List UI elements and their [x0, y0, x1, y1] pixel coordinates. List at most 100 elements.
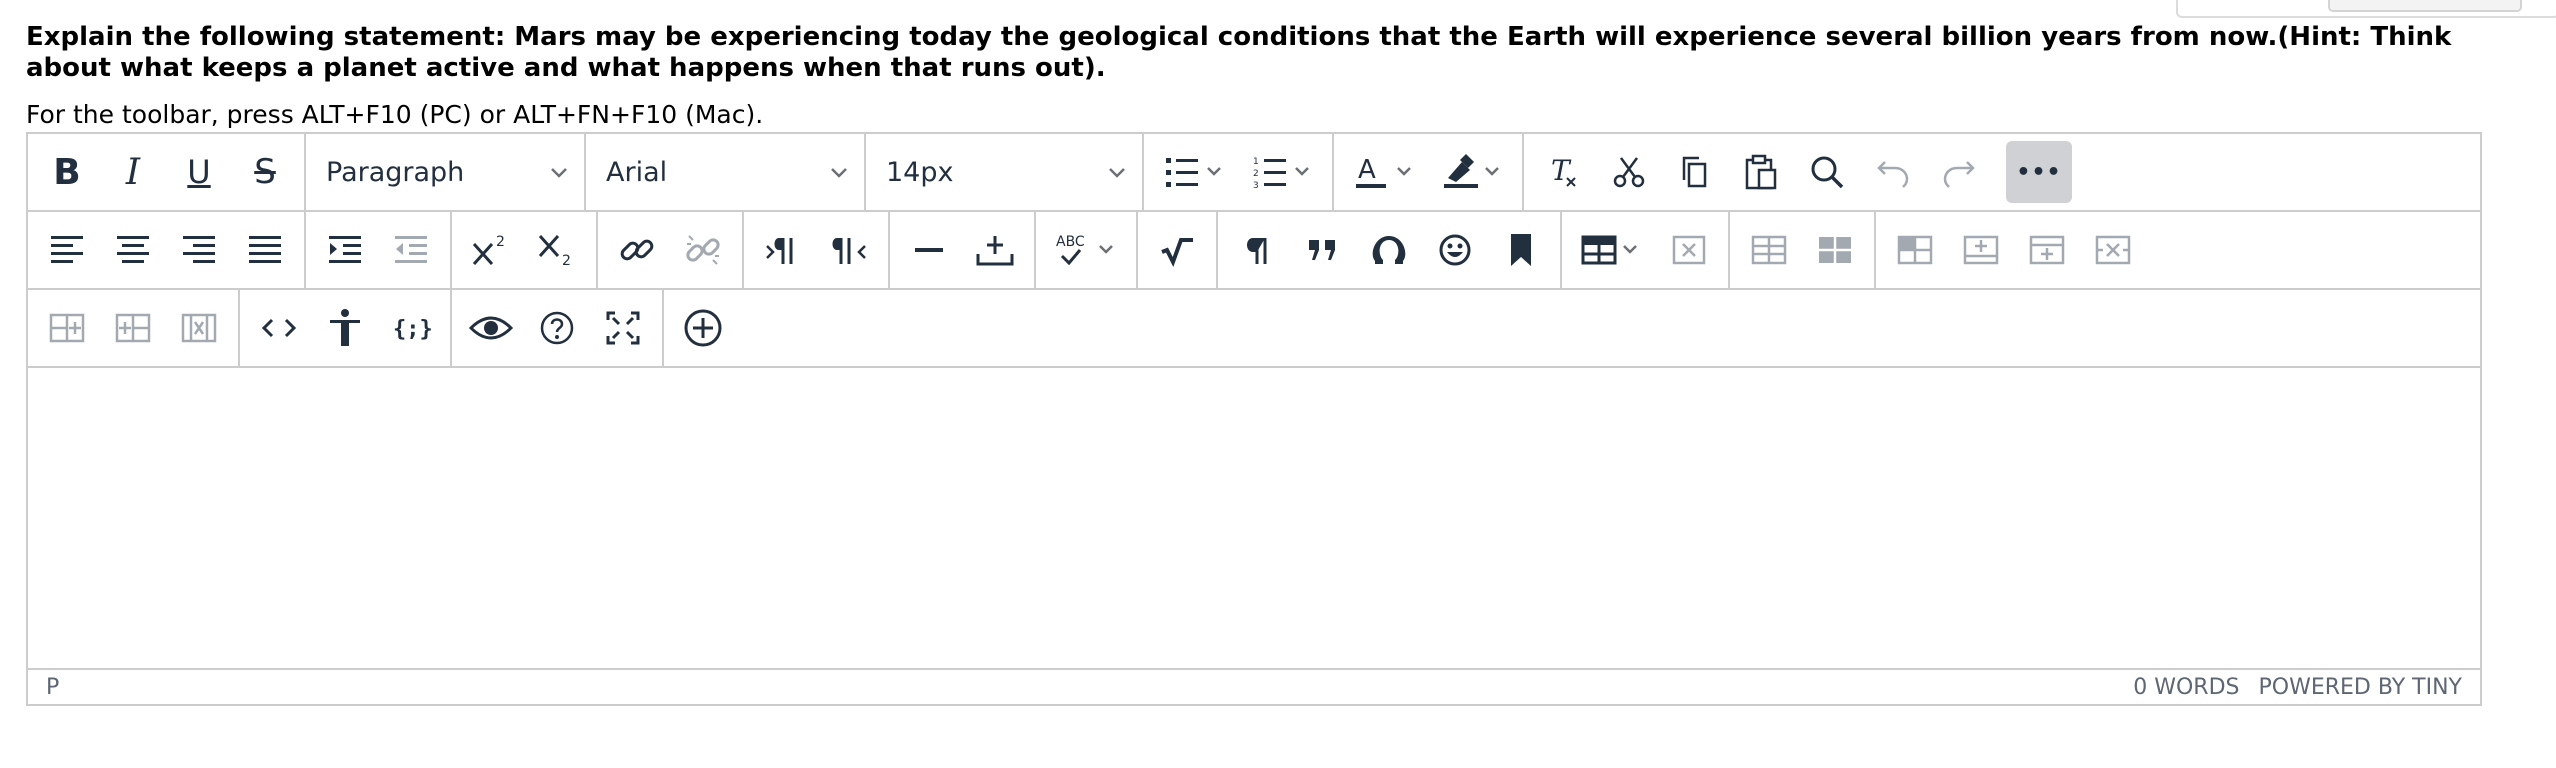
square-root-icon — [1161, 238, 1193, 268]
table-button[interactable] — [1572, 219, 1652, 281]
bookmark-button[interactable] — [1492, 219, 1550, 281]
delete-row-button[interactable] — [2084, 219, 2142, 281]
block-format-value: Paragraph — [326, 156, 465, 188]
list-group: 1 2 3 — [1144, 133, 1334, 211]
italic-button[interactable]: I — [104, 141, 162, 203]
word-count[interactable]: 0 WORDS — [2133, 675, 2239, 700]
numbered-list-button[interactable]: 1 2 3 — [1242, 141, 1322, 203]
element-path[interactable]: P — [46, 675, 59, 700]
indent-button[interactable] — [316, 219, 374, 281]
rtl-button[interactable] — [820, 219, 878, 281]
emoticons-button[interactable] — [1426, 219, 1484, 281]
find-replace-button[interactable] — [1798, 141, 1856, 203]
delete-table-button[interactable] — [1660, 219, 1718, 281]
insert-column-button[interactable] — [2018, 219, 2076, 281]
insert-row-after-button[interactable] — [1952, 219, 2010, 281]
bold-button[interactable]: B — [38, 141, 96, 203]
align-right-button[interactable] — [170, 219, 228, 281]
underline-button[interactable]: U — [170, 141, 228, 203]
highlighter-icon — [1444, 154, 1499, 188]
remove-link-button[interactable] — [674, 219, 732, 281]
block-format-select[interactable]: Paragraph — [306, 141, 584, 203]
insert-link-button[interactable] — [608, 219, 666, 281]
editor-content-area[interactable] — [28, 368, 2480, 668]
highlight-color-button[interactable] — [1432, 141, 1512, 203]
font-size-select[interactable]: 14px — [866, 141, 1142, 203]
font-size-value: 14px — [886, 156, 954, 188]
top-right-frame — [2176, 0, 2556, 18]
ltr-button[interactable] — [754, 219, 812, 281]
special-character-button[interactable] — [1360, 219, 1418, 281]
color-group: A — [1334, 133, 1524, 211]
code-sample-icon: {;} — [393, 317, 431, 342]
direction-group — [744, 211, 890, 289]
italic-label: I — [125, 151, 141, 193]
source-code-button[interactable] — [250, 297, 308, 359]
copy-button[interactable] — [1666, 141, 1724, 203]
show-blocks-button[interactable] — [1228, 219, 1286, 281]
insert-content-button[interactable] — [966, 219, 1024, 281]
insert-row-before-button[interactable] — [1886, 219, 1944, 281]
accessibility-checker-button[interactable] — [316, 297, 374, 359]
insert-row-before-icon — [1897, 235, 1933, 265]
top-right-tab[interactable] — [2328, 0, 2522, 12]
align-justify-icon — [249, 236, 281, 263]
svg-text:T: T — [1551, 154, 1572, 187]
outdent-button[interactable] — [382, 219, 440, 281]
paste-button[interactable] — [1732, 141, 1790, 203]
superscript-icon: 2 — [472, 234, 505, 266]
superscript-button[interactable]: 2 — [462, 219, 520, 281]
code-sample-button[interactable]: {;} — [382, 297, 440, 359]
left-to-right-icon — [766, 238, 793, 264]
fullscreen-button[interactable] — [594, 297, 652, 359]
svg-text:2: 2 — [1253, 169, 1259, 179]
scissors-icon — [1613, 157, 1645, 188]
delete-column-button[interactable] — [170, 297, 228, 359]
bullet-list-button[interactable] — [1154, 141, 1234, 203]
smiley-icon — [1439, 234, 1471, 266]
help-button[interactable] — [528, 297, 586, 359]
horizontal-line-icon — [915, 248, 943, 252]
strikethrough-button[interactable]: S — [236, 141, 294, 203]
status-right: 0 WORDS POWERED BY TINY — [2121, 675, 2462, 700]
indent-group — [306, 211, 452, 289]
align-center-button[interactable] — [104, 219, 162, 281]
copy-icon — [1682, 156, 1707, 188]
indent-icon — [329, 236, 361, 263]
insert-column-after-button[interactable] — [104, 297, 162, 359]
svg-text:3: 3 — [1253, 181, 1259, 190]
numbered-list-icon: 1 2 3 — [1253, 157, 1309, 190]
cut-button[interactable] — [1600, 141, 1658, 203]
table-group — [1562, 211, 1730, 289]
powered-by-link[interactable]: POWERED BY TINY — [2259, 675, 2463, 700]
more-button[interactable]: ••• — [2006, 141, 2072, 203]
align-justify-button[interactable] — [236, 219, 294, 281]
bookmark-icon — [1511, 234, 1531, 266]
spellcheck-button[interactable]: ABC — [1046, 219, 1126, 281]
table-cell-props-button[interactable] — [1806, 219, 1864, 281]
quote-icon — [1309, 240, 1335, 260]
undo-icon — [1877, 161, 1909, 188]
block-format-group: Paragraph — [306, 133, 586, 211]
eye-icon — [469, 316, 513, 340]
toolbar-hint: For the toolbar, press ALT+F10 (PC) or A… — [26, 100, 764, 129]
redo-button[interactable] — [1930, 141, 1988, 203]
insert-column-before-button[interactable] — [38, 297, 96, 359]
table-row-props-button[interactable] — [1740, 219, 1798, 281]
blockquote-button[interactable] — [1294, 219, 1352, 281]
equation-button[interactable] — [1148, 219, 1206, 281]
align-left-button[interactable] — [38, 219, 96, 281]
preview-button[interactable] — [462, 297, 520, 359]
subscript-button[interactable]: 2 — [528, 219, 586, 281]
horizontal-line-button[interactable] — [900, 219, 958, 281]
undo-button[interactable] — [1864, 141, 1922, 203]
fullscreen-icon — [606, 311, 640, 345]
clipboard-icon — [1745, 154, 1777, 190]
bullet-list-icon — [1166, 158, 1221, 187]
apps-button[interactable] — [674, 297, 732, 359]
insert-basic-group — [890, 211, 1036, 289]
font-family-select[interactable]: Arial — [586, 141, 864, 203]
script-group: 2 2 — [452, 211, 598, 289]
text-color-button[interactable]: A — [1344, 141, 1424, 203]
clear-formatting-button[interactable]: T — [1534, 141, 1592, 203]
